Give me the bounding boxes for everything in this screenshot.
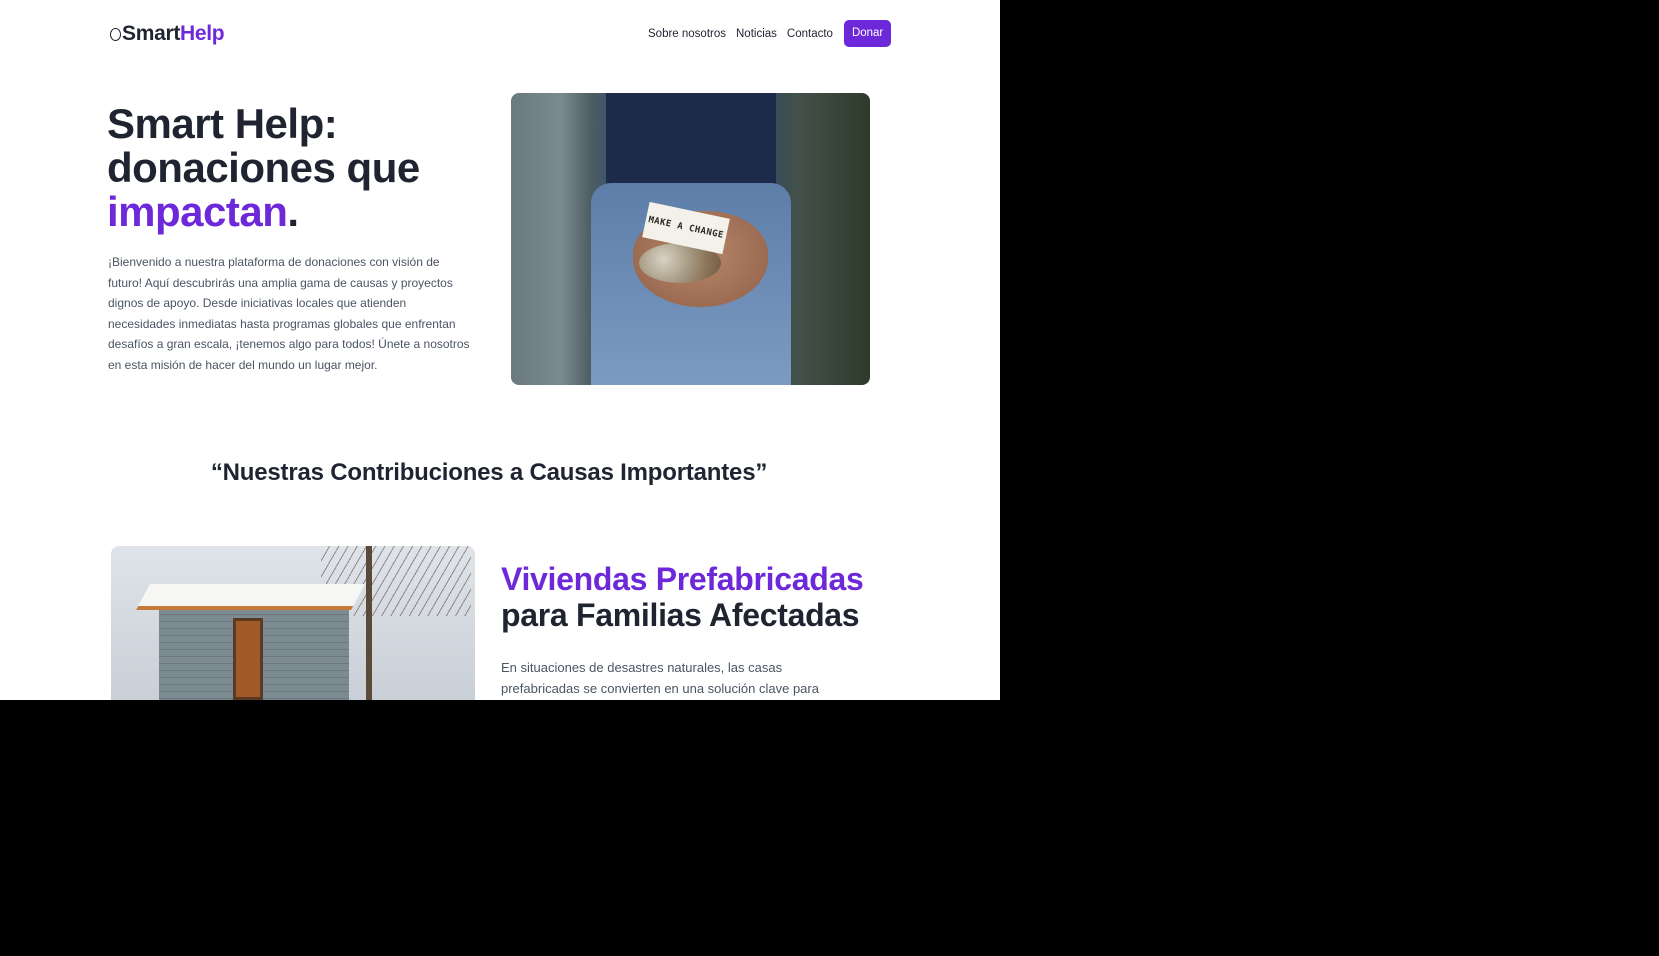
- donate-button[interactable]: Donar: [843, 20, 892, 47]
- section-title: “Nuestras Contribuciones a Causas Import…: [210, 459, 768, 486]
- hero-title-accent: impactan: [107, 188, 288, 235]
- nav-link-sobre-nosotros[interactable]: Sobre nosotros: [648, 28, 726, 40]
- hero-photo: MAKE A CHANGE: [511, 93, 870, 385]
- photo-shirt: [606, 93, 776, 188]
- card-title-rest: para Familias Afectadas: [501, 597, 860, 633]
- logo-help: Help: [180, 22, 225, 45]
- card-description: En situaciones de desastres naturales, l…: [501, 660, 819, 696]
- logo-smart: Smart: [122, 22, 181, 45]
- card-title: Viviendas Prefabricadas para Familias Af…: [501, 561, 864, 633]
- ring-logo-icon: [110, 27, 121, 41]
- hero-title-end: .: [287, 188, 299, 235]
- card-title-accent: Viviendas Prefabricadas: [501, 561, 864, 597]
- main-nav: Sobre nosotros Noticias Contacto Donar: [648, 20, 892, 47]
- hero-description: ¡Bienvenido a nuestra plataforma de dona…: [108, 255, 470, 372]
- page: Smart Help Sobre nosotros Noticias Contac…: [0, 0, 1000, 700]
- photo-house-door: [233, 618, 263, 700]
- photo-tree-trunk: [366, 546, 372, 700]
- hero-title-line2: donaciones que: [107, 144, 420, 191]
- logo[interactable]: Smart Help: [110, 22, 225, 46]
- photo-house-roof: [136, 584, 365, 610]
- hero-title-line1: Smart Help:: [107, 100, 338, 147]
- hero-title: Smart Help: donaciones que impactan.: [107, 102, 420, 234]
- prefab-house-photo: [111, 546, 475, 700]
- nav-link-noticias[interactable]: Noticias: [736, 28, 777, 40]
- nav-link-contacto[interactable]: Contacto: [787, 28, 833, 40]
